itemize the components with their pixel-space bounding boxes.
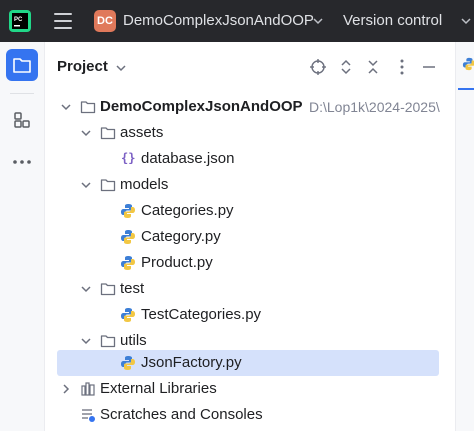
scratches-icon — [82, 409, 95, 422]
project-panel-header: Project — [45, 42, 455, 92]
folder-icon — [100, 127, 116, 140]
json-file-icon: {} — [121, 151, 136, 165]
more-horizontal-icon — [13, 160, 31, 164]
python-file-icon[interactable] — [462, 57, 474, 71]
tree-node-external-libraries[interactable]: External Libraries — [45, 376, 455, 402]
chevron-down-icon[interactable] — [115, 62, 127, 74]
chevron-right-icon[interactable] — [60, 383, 72, 395]
chevron-down-icon[interactable] — [80, 283, 92, 295]
locate-file-button[interactable] — [309, 58, 327, 76]
chevron-down-icon[interactable] — [80, 179, 92, 191]
more-tools-button[interactable] — [6, 146, 38, 178]
hide-panel-button[interactable] — [420, 58, 438, 76]
collapse-all-button[interactable] — [364, 58, 382, 76]
tree-node-label: test — [120, 280, 145, 297]
tree-node-jsonfactory-py[interactable]: JsonFactory.py — [57, 350, 439, 376]
tree-node-categories-py[interactable]: Categories.py — [45, 198, 455, 224]
python-file-icon — [121, 356, 135, 370]
tree-node-assets[interactable]: assets — [45, 120, 455, 146]
chevron-down-icon[interactable] — [312, 15, 324, 27]
structure-tool-button[interactable] — [6, 104, 38, 136]
folder-icon — [13, 58, 31, 73]
options-button[interactable] — [393, 58, 411, 76]
project-path: D:\Lop1k\2024-2025\ — [309, 99, 440, 115]
expand-all-button[interactable] — [337, 58, 355, 76]
project-tree: DemoComplexJsonAndOOP D:\Lop1k\2024-2025… — [45, 92, 455, 431]
library-icon — [81, 382, 95, 396]
tool-window-strip — [0, 42, 45, 431]
minimize-icon — [423, 66, 435, 68]
chevron-down-icon[interactable] — [80, 335, 92, 347]
tree-node-label: utils — [120, 332, 147, 349]
tree-node-label: Product.py — [141, 254, 213, 271]
crosshair-icon — [310, 59, 326, 75]
version-control-menu[interactable]: Version control — [343, 12, 442, 29]
tree-node-label: Categories.py — [141, 202, 234, 219]
expand-all-icon — [341, 59, 351, 75]
tree-node-label: JsonFactory.py — [141, 354, 242, 371]
tree-node-product-py[interactable]: Product.py — [45, 250, 455, 276]
python-file-icon — [121, 204, 135, 218]
tree-node-database-json[interactable]: {} database.json — [45, 146, 455, 172]
project-badge-icon[interactable]: DC — [94, 10, 116, 32]
folder-icon — [100, 335, 116, 348]
tree-node-testcategories-py[interactable]: TestCategories.py — [45, 302, 455, 328]
project-tool-button[interactable] — [6, 49, 38, 81]
tree-node-label: assets — [120, 124, 164, 141]
svg-text:PC: PC — [14, 17, 23, 23]
title-bar: PC DC DemoComplexJsonAndOOP Version cont… — [0, 0, 474, 42]
tree-node-label: models — [120, 176, 169, 193]
tree-node-label: DemoComplexJsonAndOOP — [100, 98, 303, 115]
structure-icon — [14, 112, 30, 128]
main-menu-icon[interactable] — [54, 13, 72, 29]
project-name[interactable]: DemoComplexJsonAndOOP — [123, 12, 314, 29]
tree-node-label: External Libraries — [100, 380, 217, 397]
tree-node-label: Category.py — [141, 228, 221, 245]
tree-node-label: Scratches and Consoles — [100, 406, 263, 423]
tree-node-label: TestCategories.py — [141, 306, 262, 323]
python-file-icon — [121, 230, 135, 244]
editor-area-edge — [455, 42, 474, 431]
collapse-all-icon — [368, 60, 378, 74]
panel-title[interactable]: Project — [57, 58, 108, 75]
tree-node-scratches[interactable]: Scratches and Consoles — [45, 402, 455, 428]
chevron-down-icon[interactable] — [60, 101, 72, 113]
strip-divider — [10, 93, 34, 94]
python-file-icon — [121, 256, 135, 270]
tree-node-label: database.json — [141, 150, 235, 167]
pycharm-logo-icon[interactable]: PC — [9, 10, 31, 32]
tree-node-root[interactable]: DemoComplexJsonAndOOP D:\Lop1k\2024-2025… — [45, 94, 455, 120]
chevron-down-icon[interactable] — [80, 127, 92, 139]
tree-node-category-py[interactable]: Category.py — [45, 224, 455, 250]
tree-node-test[interactable]: test — [45, 276, 455, 302]
more-vertical-icon — [400, 59, 404, 75]
tree-node-models[interactable]: models — [45, 172, 455, 198]
folder-icon — [100, 283, 116, 296]
folder-icon — [100, 179, 116, 192]
chevron-down-icon[interactable] — [460, 15, 472, 27]
active-tab-indicator — [458, 88, 474, 90]
folder-icon — [80, 101, 96, 114]
python-file-icon — [121, 308, 135, 322]
